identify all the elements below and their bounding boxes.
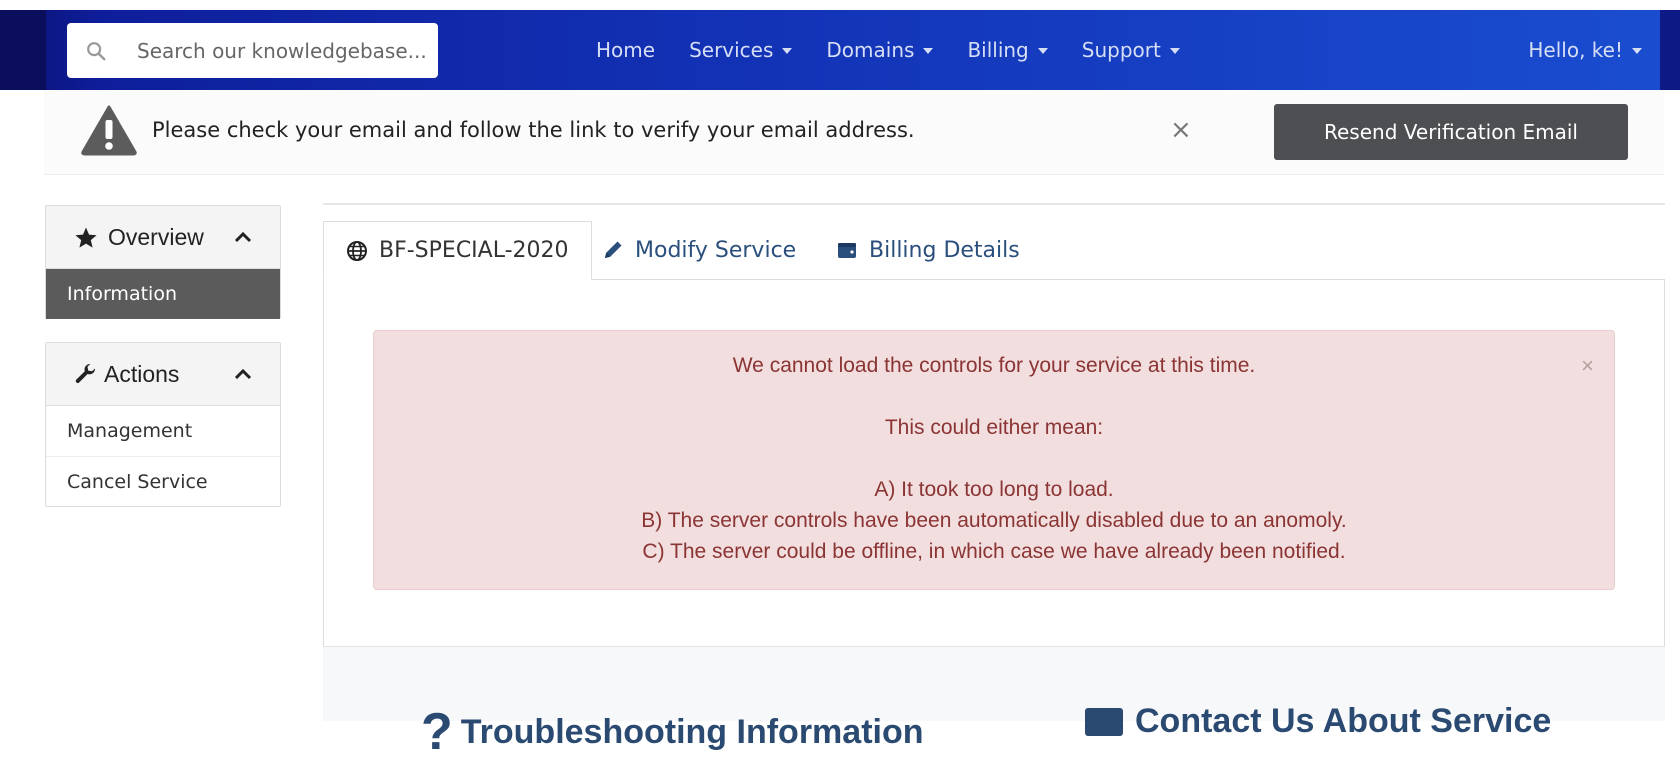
verification-message: Please check your email and follow the l… — [152, 118, 915, 142]
contact-title: Contact Us About Service — [1135, 702, 1552, 740]
email-verification-banner: Please check your email and follow the l… — [44, 90, 1664, 175]
knowledgebase-search — [67, 23, 438, 78]
tab-bf-special-2020[interactable]: BF-SPECIAL-2020 — [323, 221, 592, 280]
tab-modify-service[interactable]: Modify Service — [602, 221, 796, 279]
nav-services[interactable]: Services — [689, 38, 793, 62]
warning-icon — [81, 105, 137, 156]
top-strip — [0, 0, 1680, 10]
search-input[interactable] — [135, 33, 429, 69]
pencil-icon — [605, 241, 622, 258]
globe-icon — [347, 240, 367, 261]
question-icon: ? — [421, 703, 453, 761]
sidebar-item-management[interactable]: Management — [46, 406, 280, 457]
sidebar-item-information[interactable]: Information — [46, 269, 280, 319]
navbar-right-edge — [1660, 10, 1680, 90]
alert-line-2: This could either mean: — [884, 416, 1104, 439]
close-icon[interactable]: × — [1170, 116, 1192, 144]
nav-home-label: Home — [596, 38, 656, 62]
contact-heading[interactable]: Contact Us About Service — [1085, 702, 1551, 741]
nav-support[interactable]: Support — [1082, 38, 1180, 62]
nav-home[interactable]: Home — [596, 38, 655, 62]
nav-support-label: Support — [1081, 38, 1161, 62]
user-greeting: Hello, ke! — [1528, 38, 1623, 62]
top-navbar: Home Services Domains Billing Support He… — [0, 10, 1680, 90]
error-alert: × We cannot load the controls for your s… — [373, 330, 1615, 590]
troubleshooting-title: Troubleshooting Information — [460, 712, 924, 751]
nav-billing[interactable]: Billing — [967, 38, 1048, 62]
caret-down-icon — [1169, 48, 1180, 54]
nav-domains-label: Domains — [826, 38, 915, 62]
navbar-left-edge — [0, 10, 46, 90]
tab-label: BF-SPECIAL-2020 — [379, 238, 569, 263]
troubleshooting-heading: ? Troubleshooting Information — [421, 702, 924, 762]
tab-content-panel: × We cannot load the controls for your s… — [323, 279, 1665, 648]
actions-title: Actions — [104, 361, 180, 387]
search-icon — [87, 42, 106, 61]
actions-panel-header[interactable]: Actions — [46, 343, 280, 406]
resend-verification-button[interactable]: Resend Verification Email — [1274, 104, 1628, 160]
alert-line-4: B) The server controls have been automat… — [641, 509, 1347, 532]
tab-label: Modify Service — [635, 237, 797, 263]
alert-line-5: C) The server could be offline, in which… — [642, 540, 1346, 563]
content-divider — [323, 203, 1665, 205]
user-menu[interactable]: Hello, ke! — [1528, 10, 1642, 90]
caret-down-icon — [782, 48, 793, 54]
tab-label: Billing Details — [869, 237, 1020, 263]
overview-panel-header[interactable]: Overview — [46, 206, 280, 269]
caret-down-icon — [1632, 48, 1642, 54]
alert-line-1: We cannot load the controls for your ser… — [732, 354, 1256, 377]
overview-panel: Overview Information — [45, 205, 281, 319]
sidebar-item-cancel-service[interactable]: Cancel Service — [46, 457, 280, 507]
chevron-up-icon[interactable] — [232, 363, 254, 385]
lower-info-section: ? Troubleshooting Information Contact Us… — [323, 646, 1665, 761]
caret-down-icon — [1037, 48, 1048, 54]
wrench-icon — [75, 363, 96, 383]
tab-billing-details[interactable]: Billing Details — [836, 221, 1020, 279]
caret-down-icon — [923, 48, 934, 54]
overview-title: Overview — [108, 224, 204, 250]
service-tabs: BF-SPECIAL-2020 Modify Service Billing D… — [323, 221, 1665, 280]
wallet-icon — [838, 243, 856, 258]
alert-line-3: A) It took too long to load. — [874, 478, 1114, 501]
contact-box-icon — [1085, 707, 1123, 736]
actions-panel: Actions Management Cancel Service — [45, 342, 281, 507]
nav-services-label: Services — [689, 38, 774, 62]
star-icon — [75, 227, 97, 248]
main-menu: Home Services Domains Billing Support — [596, 10, 1214, 90]
chevron-up-icon[interactable] — [232, 226, 254, 248]
nav-domains[interactable]: Domains — [826, 38, 934, 62]
nav-billing-label: Billing — [967, 38, 1029, 62]
